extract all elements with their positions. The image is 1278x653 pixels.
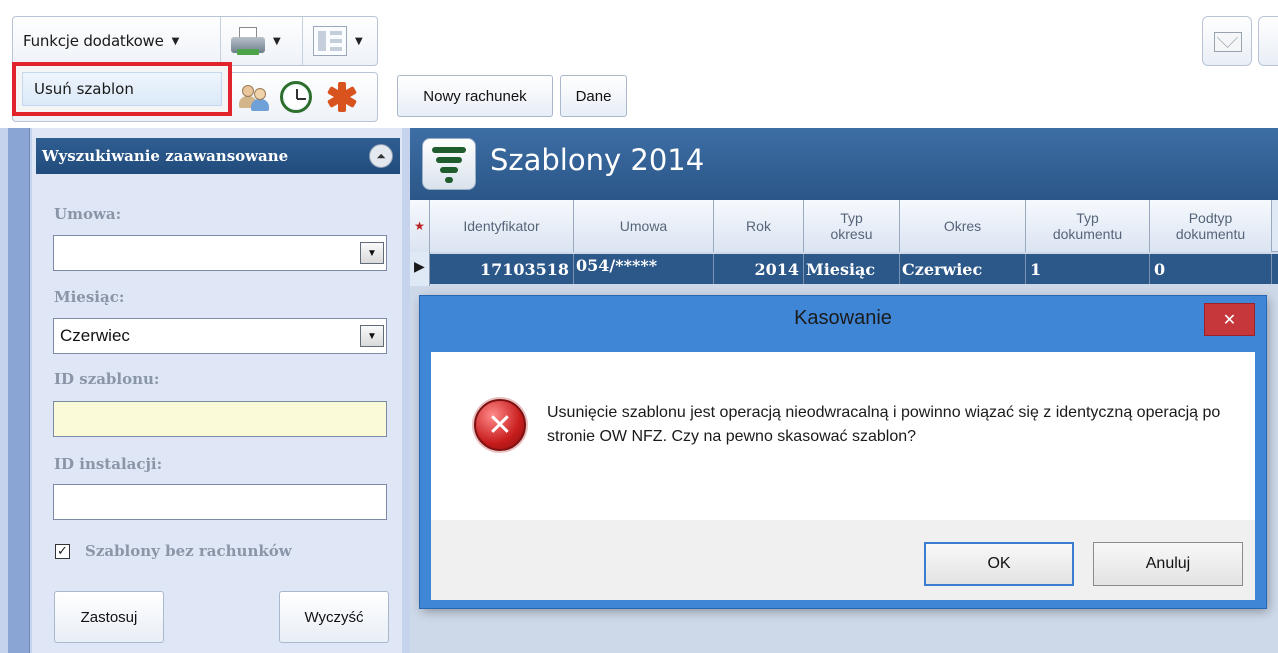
column-header-rok[interactable]: Rok <box>714 200 804 252</box>
table-row[interactable]: 17103518 054/***** 2014 Miesiąc Czerwiec… <box>430 254 1278 284</box>
cell-podtyp-dokumentu: 0 <box>1150 254 1272 284</box>
current-row-arrow-icon: ▶ <box>414 259 425 275</box>
ok-button[interactable]: OK <box>924 542 1074 586</box>
chevron-down-icon: ▼ <box>355 35 363 47</box>
left-panel-strip <box>8 128 30 653</box>
collapse-icon[interactable]: ⏶ <box>369 144 393 168</box>
advanced-search-header: Wyszukiwanie zaawansowane <box>36 138 400 174</box>
grid-title: Szablony 2014 <box>490 143 705 177</box>
columns-button[interactable]: ▼ <box>303 17 379 65</box>
column-header-typ-okresu[interactable]: Typ okresu <box>804 200 900 252</box>
column-header-typ-dokumentu[interactable]: Typ dokumentu <box>1026 200 1150 252</box>
users-button[interactable] <box>235 77 273 117</box>
szablony-bez-rachunkow-label: Szablony bez rachunków <box>85 542 292 560</box>
miesiac-label: Miesiąc: <box>54 288 125 306</box>
cell-typ-okresu: Miesiąc <box>804 254 900 284</box>
schedule-button[interactable] <box>277 77 315 117</box>
medical-button[interactable] <box>323 77 361 117</box>
chevron-down-icon: ▼ <box>273 35 281 47</box>
miesiac-value: Czerwiec <box>60 326 130 345</box>
umowa-label: Umowa: <box>54 205 122 223</box>
wyczysc-button[interactable]: Wyczyść <box>279 591 389 643</box>
cell-typ-dokumentu: 1 <box>1026 254 1150 284</box>
users-icon <box>239 82 269 112</box>
signal-icon <box>422 138 476 190</box>
mail-button[interactable] <box>1202 16 1252 66</box>
dialog-title: Kasowanie <box>794 307 892 329</box>
toolbar-group-main: Funkcje dodatkowe ▼ ▼ ▼ <box>12 16 378 66</box>
toolbar-overflow-button[interactable] <box>1258 16 1278 66</box>
medical-star-icon <box>327 82 357 112</box>
new-row-star-icon: ★ <box>410 200 430 252</box>
row-indicator: ▶ <box>410 252 430 286</box>
anuluj-button[interactable]: Anuluj <box>1093 542 1243 586</box>
printer-icon <box>231 27 265 55</box>
grid-column-headers: ★ Identyfikator Umowa Rok Typ okresu Okre… <box>410 200 1278 252</box>
miesiac-select[interactable]: Czerwiec ▼ <box>53 318 387 354</box>
funkcje-dodatkowe-label: Funkcje dodatkowe <box>23 32 164 50</box>
umowa-select[interactable]: ▼ <box>53 235 387 271</box>
id-instalacji-input[interactable] <box>53 484 387 520</box>
print-button[interactable]: ▼ <box>221 17 303 65</box>
column-header-umowa[interactable]: Umowa <box>574 200 714 252</box>
cell-umowa: 054/***** <box>574 254 714 284</box>
usun-szablon-label: Usuń szablon <box>34 80 134 98</box>
chevron-down-icon[interactable]: ▼ <box>360 242 384 264</box>
close-icon[interactable]: ✕ <box>1204 303 1255 336</box>
cell-identyfikator: 17103518 <box>430 254 574 284</box>
funkcje-dodatkowe-button[interactable]: Funkcje dodatkowe ▼ <box>13 17 221 65</box>
cell-rok: 2014 <box>714 254 804 284</box>
nowy-rachunek-button[interactable]: Nowy rachunek <box>397 75 553 117</box>
dane-button[interactable]: Dane <box>560 75 627 117</box>
dialog-message: Usunięcie szablonu jest operacją nieodwr… <box>547 404 1221 445</box>
chevron-down-icon: ▼ <box>171 35 180 47</box>
columns-icon <box>313 26 347 56</box>
envelope-icon <box>1214 32 1242 52</box>
usun-szablon-menu-item[interactable]: Usuń szablon <box>12 62 232 116</box>
error-icon: ✕ <box>474 399 526 451</box>
advanced-search-title: Wyszukiwanie zaawansowane <box>42 147 289 165</box>
column-header-podtyp-dokumentu[interactable]: Podtyp dokumentu <box>1150 200 1272 252</box>
id-szablonu-label: ID szablonu: <box>54 370 160 388</box>
chevron-down-icon[interactable]: ▼ <box>360 325 384 347</box>
id-szablonu-input[interactable] <box>53 401 387 437</box>
szablony-bez-rachunkow-checkbox[interactable]: ✓ <box>55 544 70 559</box>
clock-icon <box>280 81 312 113</box>
column-header-identyfikator[interactable]: Identyfikator <box>430 200 574 252</box>
id-instalacji-label: ID instalacji: <box>54 455 163 473</box>
zastosuj-button[interactable]: Zastosuj <box>54 591 164 643</box>
column-header-okres[interactable]: Okres <box>900 200 1026 252</box>
cell-okres: Czerwiec <box>900 254 1026 284</box>
